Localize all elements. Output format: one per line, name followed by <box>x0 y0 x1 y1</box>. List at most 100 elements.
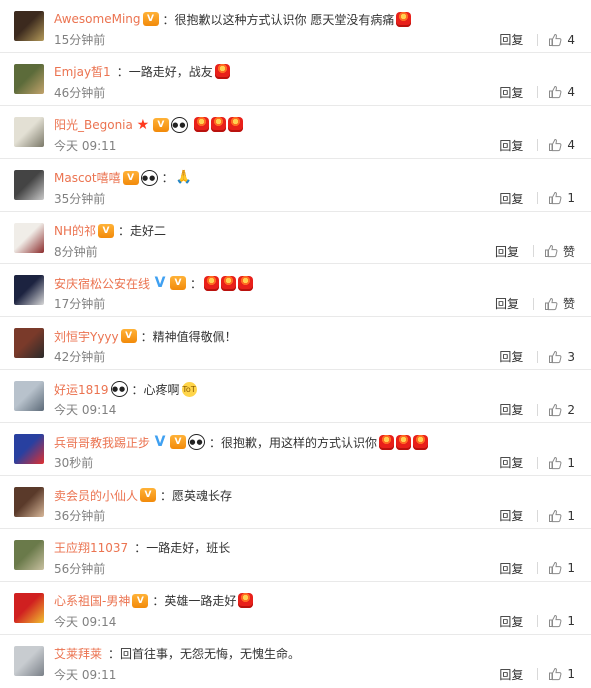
user-name-link[interactable]: 刘恒宇Yyyy <box>54 328 119 345</box>
vip-crown-icon: V <box>142 12 159 26</box>
like-button[interactable]: 1 <box>548 561 575 575</box>
action-divider <box>537 403 539 416</box>
avatar[interactable] <box>14 381 44 412</box>
like-button[interactable]: 赞 <box>544 295 575 312</box>
avatar[interactable] <box>14 169 44 200</box>
user-name-link[interactable]: 阳光_Begonia <box>54 116 133 133</box>
action-divider <box>537 456 539 469</box>
user-badges: V <box>142 12 159 26</box>
comment-time: 今天 09:11 <box>54 667 117 682</box>
like-button[interactable]: 1 <box>548 191 575 205</box>
star-icon: ★ <box>136 116 150 133</box>
comment-item: AwesomeMing V ：很抱歉以这种方式认识你 愿天堂没有病痛 15分钟前… <box>0 0 591 53</box>
reply-button[interactable]: 回复 <box>499 84 523 101</box>
avatar[interactable] <box>14 328 44 359</box>
user-name-link[interactable]: 艾莱拜莱 <box>54 645 102 662</box>
comment-actions: 回复 1 <box>499 190 575 207</box>
reply-button[interactable]: 回复 <box>499 666 523 683</box>
comment-emojis <box>193 117 243 133</box>
user-name-link[interactable]: AwesomeMing <box>54 12 141 26</box>
like-button[interactable]: 1 <box>548 456 575 470</box>
comment-emojis <box>379 434 429 450</box>
comment-line: Emjay皙1 ：一路走好，战友 <box>54 62 577 82</box>
user-name-link[interactable]: 好运1819 <box>54 381 109 398</box>
avatar[interactable] <box>14 11 44 41</box>
like-button[interactable]: 1 <box>548 509 575 523</box>
comment-line: 艾莱拜莱 ：回首往事，无怨无悔，无愧生命。 <box>54 644 577 664</box>
user-name-link[interactable]: NH的祁 <box>54 222 96 239</box>
avatar[interactable] <box>14 592 44 623</box>
user-name-link[interactable]: 卖会员的小仙人 <box>54 487 138 504</box>
comment-actions: 回复 赞 <box>495 295 575 312</box>
comment-actions: 回复 4 <box>499 31 575 48</box>
like-button[interactable]: 4 <box>548 138 575 152</box>
like-count: 1 <box>567 614 575 629</box>
thumbs-up-icon <box>549 33 562 46</box>
candle-emoji-icon <box>238 593 254 609</box>
user-badges: V <box>120 329 137 344</box>
vip-crown-icon: V <box>98 223 115 238</box>
thumbs-up-icon <box>549 615 562 628</box>
pray-emoji-icon: 🙏 <box>175 170 192 186</box>
comment-actions: 回复 1 <box>499 666 575 683</box>
action-divider <box>537 350 539 363</box>
avatar[interactable] <box>14 645 44 676</box>
avatar[interactable] <box>14 434 44 465</box>
reply-button[interactable]: 回复 <box>499 454 523 471</box>
reply-button[interactable]: 回复 <box>499 613 523 630</box>
comment-item: 刘恒宇Yyyy V ：精神值得敬佩！ 42分钟前 回复 3 <box>0 317 591 371</box>
avatar[interactable] <box>14 63 44 94</box>
action-divider <box>537 139 539 152</box>
reply-button[interactable]: 回复 <box>499 137 523 154</box>
vip-crown-icon: V <box>140 488 157 503</box>
reply-button[interactable]: 回复 <box>499 31 523 48</box>
like-button[interactable]: 3 <box>548 350 575 364</box>
candle-emoji-icon <box>221 275 237 291</box>
comment-line: 阳光_Begonia ★ V ●● <box>54 115 577 135</box>
comment-time: 今天 09:14 <box>54 403 117 418</box>
reply-button[interactable]: 回复 <box>499 560 523 577</box>
like-count: 1 <box>567 191 575 206</box>
reply-button[interactable]: 回复 <box>499 348 523 365</box>
comment-time: 17分钟前 <box>54 297 106 312</box>
like-button[interactable]: 2 <box>548 403 575 417</box>
panda-emoji-icon: ●● <box>110 381 128 398</box>
comment-time: 8分钟前 <box>54 244 98 259</box>
avatar[interactable] <box>14 222 44 253</box>
like-button[interactable]: 4 <box>548 85 575 99</box>
like-button[interactable]: 1 <box>548 614 575 628</box>
user-name-link[interactable]: 兵哥哥教我踢正步 <box>54 434 150 451</box>
like-button[interactable]: 4 <box>548 33 575 47</box>
reply-button[interactable]: 回复 <box>495 243 519 260</box>
like-button[interactable]: 赞 <box>544 243 575 260</box>
user-name-link[interactable]: 安庆宿松公安在线 <box>54 275 150 292</box>
avatar[interactable] <box>14 539 44 570</box>
comment-line: 安庆宿松公安在线 VV ： <box>54 273 577 293</box>
reply-button[interactable]: 回复 <box>499 401 523 418</box>
comment-emojis: 🙏 <box>176 170 192 186</box>
comment-actions: 回复 4 <box>499 137 575 154</box>
reply-button[interactable]: 回复 <box>499 190 523 207</box>
user-name-link[interactable]: Emjay皙1 <box>54 63 111 80</box>
comment-line: 刘恒宇Yyyy V ：精神值得敬佩！ <box>54 326 577 346</box>
like-count: 3 <box>567 349 575 364</box>
avatar[interactable] <box>14 275 44 306</box>
user-badges: VV <box>152 276 187 291</box>
panda-emoji-icon: ●● <box>170 116 188 133</box>
like-button[interactable]: 1 <box>548 667 575 681</box>
avatar[interactable] <box>14 487 44 518</box>
avatar[interactable] <box>14 116 44 147</box>
reply-button[interactable]: 回复 <box>495 295 519 312</box>
candle-emoji-icon <box>396 11 412 27</box>
candle-emoji-icon <box>204 275 220 291</box>
comment-text: ：英雄一路走好 <box>152 594 237 609</box>
user-badges: ★ V ●● <box>135 116 188 133</box>
user-name-link[interactable]: Mascot嘻嘻 <box>54 169 121 186</box>
user-name-link[interactable]: 王应翔11037 <box>54 539 128 556</box>
reply-button[interactable]: 回复 <box>499 507 523 524</box>
user-name-link[interactable]: 心系祖国-男神 <box>54 592 130 609</box>
thumbs-up-icon <box>549 139 562 152</box>
comment-item: 王应翔11037 ：一路走好，班长 56分钟前 回复 1 <box>0 529 591 582</box>
vip-crown-icon: V <box>122 170 139 185</box>
vip-crown-icon: V <box>170 276 187 291</box>
